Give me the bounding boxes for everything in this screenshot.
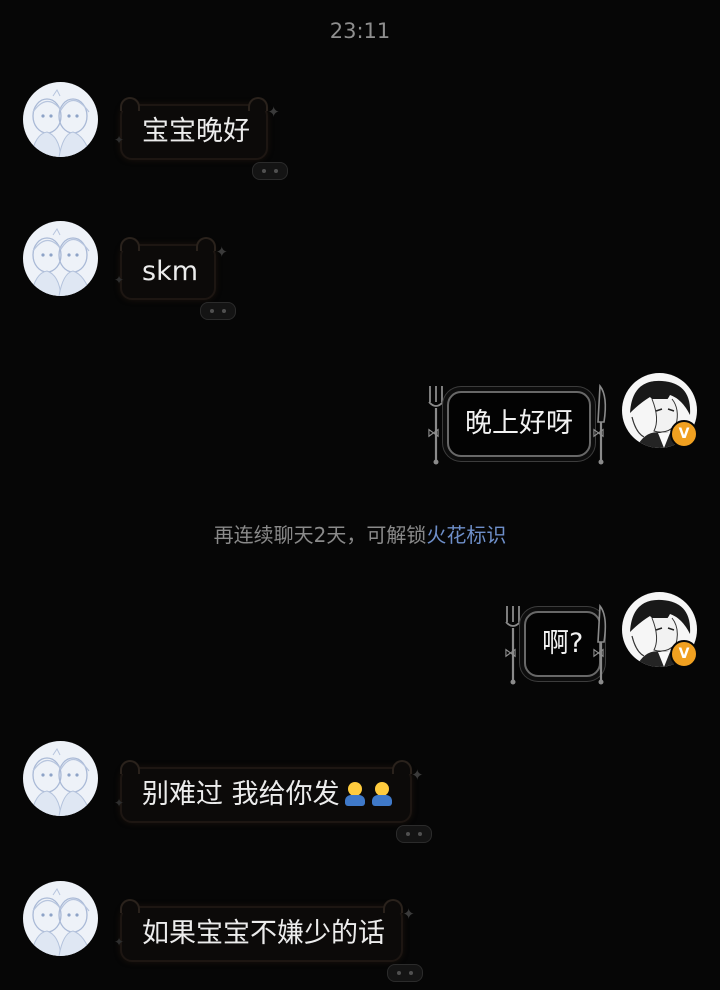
cat-face-icon (200, 302, 237, 320)
dot-decoration: ✦ (114, 796, 125, 810)
dot-decoration: ✦ (114, 133, 125, 147)
contact-avatar[interactable] (23, 82, 98, 157)
message-text: 别难过 我给你发 (142, 779, 340, 810)
fork-ornament-icon (500, 602, 526, 686)
dot-decoration: ✦ (114, 273, 125, 287)
message-text: 晚上好呀 (465, 408, 573, 439)
contact-avatar[interactable] (23, 741, 98, 816)
bow-icon: ⋈ (427, 426, 440, 441)
knife-ornament-icon (586, 602, 612, 686)
fork-ornament-icon (423, 382, 449, 466)
message-text: 如果宝宝不嫌少的话 (142, 918, 385, 949)
verified-badge: V (670, 420, 698, 448)
bubble-ear-decoration (120, 899, 140, 913)
contact-avatar[interactable] (23, 221, 98, 296)
chat-timestamp: 23:11 (329, 19, 391, 43)
knife-ornament-icon (586, 382, 612, 466)
message-bubble-incoming[interactable]: ✦ ✦ 宝宝晚好 (114, 97, 288, 180)
message-text: 啊? (542, 628, 584, 659)
contact-avatar[interactable] (23, 881, 98, 956)
message-bubble-incoming[interactable]: ✦ ✦ 别难过 我给你发 (114, 760, 432, 843)
message-bubble-incoming[interactable]: ✦ ✦ skm (114, 237, 237, 320)
bubble-ear-decoration (248, 97, 268, 111)
hug-emoji-icon (343, 782, 367, 806)
system-notice: 再连续聊天2天，可解锁火花标识 (0, 519, 720, 548)
bubble-ear-decoration (391, 760, 412, 774)
sparkle-icon: ✦ (215, 243, 229, 261)
sparkle-icon: ✦ (267, 103, 280, 121)
message-bubble-incoming[interactable]: ✦ ✦ 如果宝宝不嫌少的话 (114, 899, 423, 982)
bow-icon: ⋈ (592, 426, 605, 441)
bow-icon: ⋈ (504, 646, 517, 661)
spark-badge-link[interactable]: 火花标识 (426, 523, 506, 547)
message-text: skm (142, 256, 199, 287)
notice-text: 再连续聊天2天，可解锁 (213, 523, 427, 547)
bubble-ear-decoration (120, 237, 140, 251)
bubble-ear-decoration (196, 237, 217, 251)
sparkle-icon: ✦ (411, 766, 424, 784)
cat-face-icon (252, 162, 288, 180)
cat-face-icon (395, 825, 432, 843)
cat-face-icon (387, 964, 423, 982)
bubble-ear-decoration (383, 899, 403, 913)
verified-badge: V (670, 640, 698, 668)
bubble-ear-decoration (120, 97, 140, 111)
dot-decoration: ✦ (114, 935, 125, 949)
bubble-ear-decoration (120, 760, 140, 774)
bow-icon: ⋈ (592, 646, 605, 661)
message-text: 宝宝晚好 (142, 116, 250, 147)
sparkle-icon: ✦ (402, 905, 415, 923)
hug-emoji-icon (370, 782, 394, 806)
message-bubble-outgoing[interactable]: 晚上好呀 (447, 391, 591, 457)
